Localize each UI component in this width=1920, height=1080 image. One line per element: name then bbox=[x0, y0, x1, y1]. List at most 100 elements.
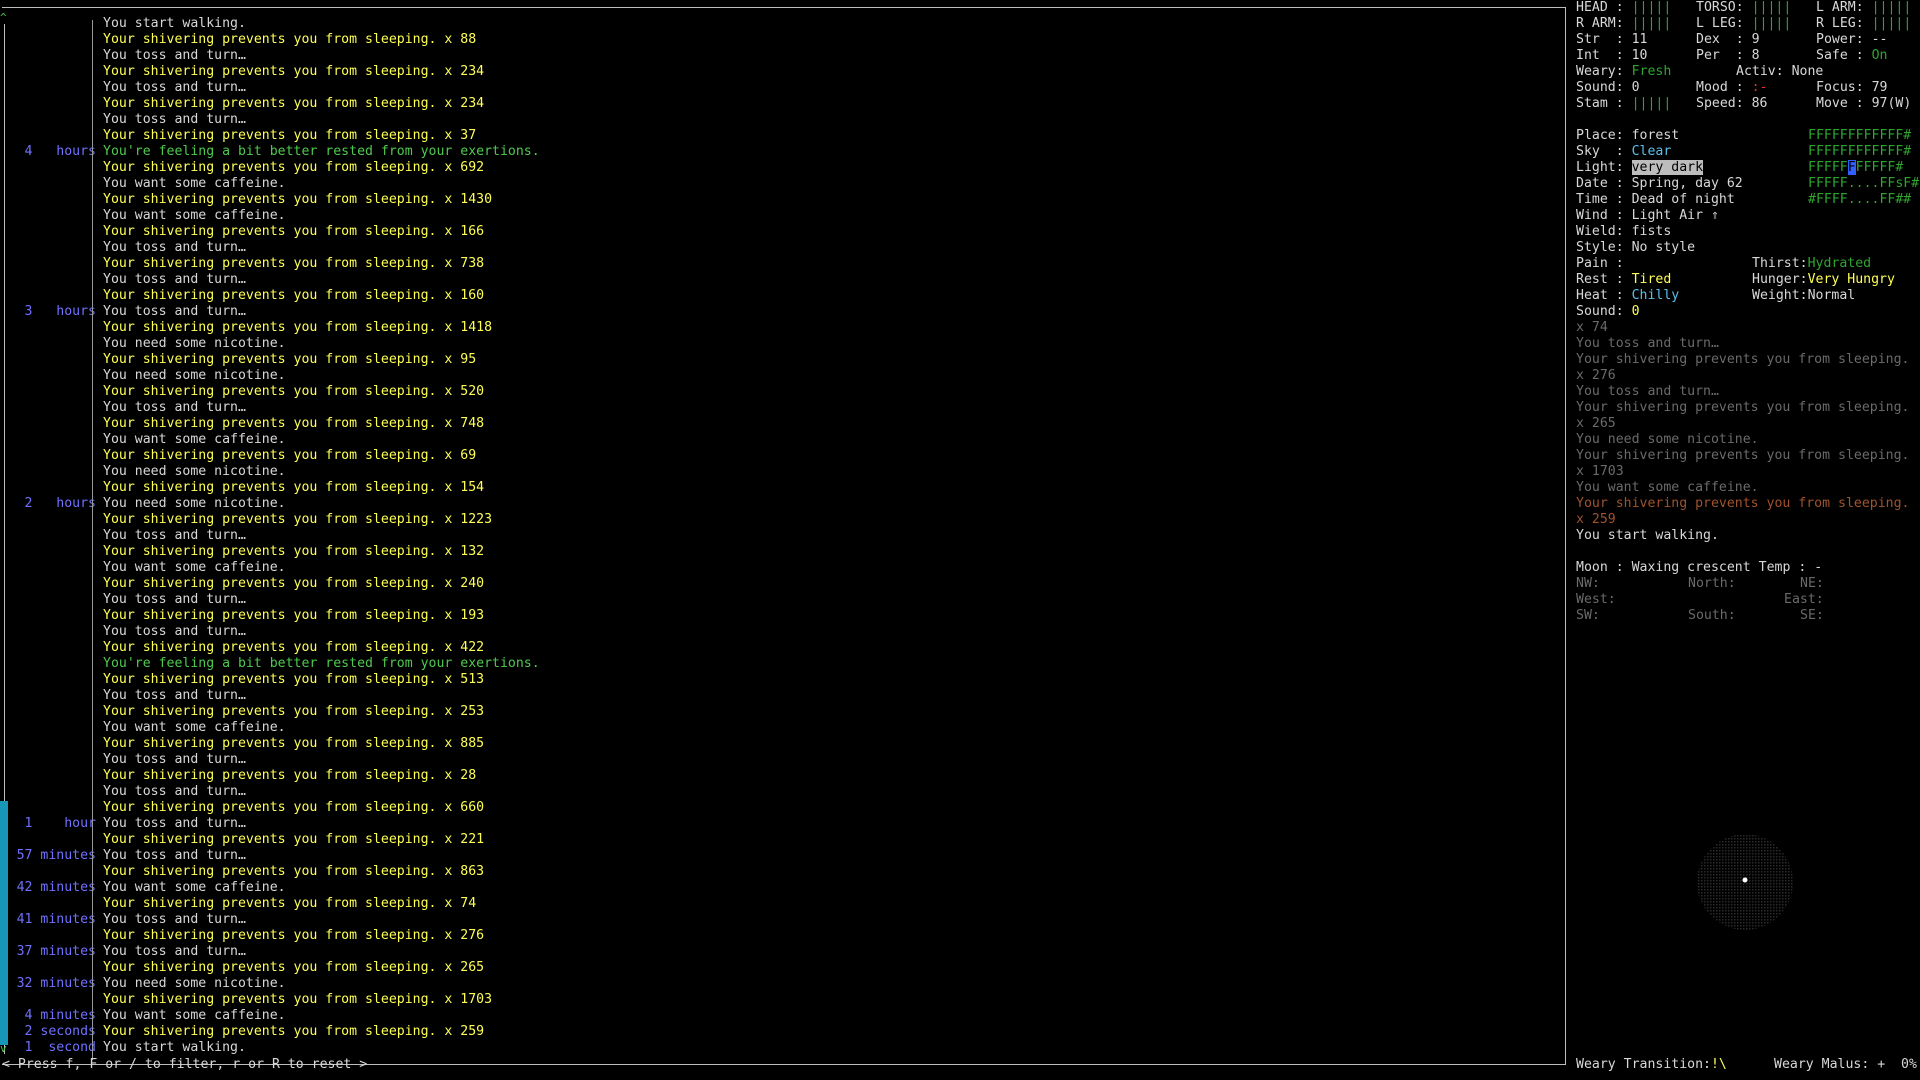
log-message-text: Your shivering prevents you from sleepin… bbox=[103, 352, 437, 367]
log-repeat-count: x 692 bbox=[444, 160, 485, 175]
log-message-text: Your shivering prevents you from sleepin… bbox=[103, 704, 437, 719]
log-repeat-count: x 166 bbox=[444, 224, 485, 239]
log-group-bracket bbox=[92, 196, 93, 212]
log-group-bracket bbox=[92, 724, 93, 740]
log-group-bracket bbox=[92, 324, 93, 340]
log-message-text: Your shivering prevents you from sleepin… bbox=[103, 64, 437, 79]
log-timestamp: 42 minutes bbox=[16, 880, 96, 895]
log-group-bracket bbox=[92, 372, 93, 388]
stat-mood: Mood : :- bbox=[1696, 80, 1767, 96]
log-message-text: You toss and turn… bbox=[103, 848, 246, 863]
log-message-text: Your shivering prevents you from sleepin… bbox=[103, 448, 437, 463]
log-timestamp: 1 hour bbox=[24, 816, 96, 831]
env-sky-value: Clear bbox=[1631, 144, 1672, 159]
log-message: You toss and turn… bbox=[103, 592, 246, 608]
stat-mood-value: :- bbox=[1751, 80, 1768, 95]
env-thirst: Thirst:Hydrated bbox=[1752, 256, 1871, 272]
log-timestamp: 2 seconds bbox=[24, 1024, 96, 1039]
log-message: You want some caffeine. bbox=[103, 560, 286, 576]
log-message: You start walking. bbox=[103, 1040, 246, 1056]
log-repeat-count: x 154 bbox=[444, 480, 485, 495]
dir-south: South: bbox=[1688, 608, 1736, 623]
log-message: Your shivering prevents you from sleepin… bbox=[103, 128, 476, 144]
log-group-bracket bbox=[92, 884, 93, 900]
stat-power-label: Power: bbox=[1816, 32, 1864, 47]
stat-stam: Stam : ||||| bbox=[1576, 96, 1671, 112]
env-light-value: very dark bbox=[1631, 160, 1704, 175]
log-group-bracket bbox=[92, 52, 93, 68]
log-message-text: Your shivering prevents you from sleepin… bbox=[103, 32, 437, 47]
log-message-text: You want some caffeine. bbox=[103, 720, 286, 735]
stat-focus-value: 79 bbox=[1871, 80, 1888, 95]
log-repeat-count: x 1430 bbox=[444, 192, 493, 207]
log-message-text: You're feeling a bit better rested from … bbox=[103, 144, 540, 159]
limb-head-label: HEAD : bbox=[1576, 0, 1624, 15]
env-style-label: Style: bbox=[1576, 240, 1624, 255]
env-wind: Wind : Light Air ⇑ bbox=[1576, 208, 1719, 224]
log-group-bracket bbox=[92, 596, 93, 612]
log-message: Your shivering prevents you from sleepin… bbox=[103, 320, 492, 336]
log-group-bracket bbox=[92, 20, 93, 36]
log-message: You toss and turn… bbox=[103, 112, 246, 128]
env-place-value: forest bbox=[1631, 128, 1680, 143]
log-message: You toss and turn… bbox=[103, 752, 246, 768]
stat-sound-value: 0 bbox=[1631, 80, 1640, 95]
log-group-bracket bbox=[92, 308, 93, 324]
log-message-text: Your shivering prevents you from sleepin… bbox=[103, 256, 437, 271]
log-message: You toss and turn… bbox=[103, 944, 246, 960]
log-repeat-count: x 422 bbox=[444, 640, 485, 655]
log-group-bracket bbox=[92, 708, 93, 724]
log-message: Your shivering prevents you from sleepin… bbox=[103, 896, 476, 912]
limb-head: HEAD : ||||| bbox=[1576, 0, 1671, 16]
log-message: You want some caffeine. bbox=[103, 176, 286, 192]
dir-se: SE: bbox=[1800, 608, 1824, 623]
log-timestamp: 4 minutes bbox=[24, 1008, 96, 1023]
filter-hint: < Press f, F or / to filter, r or R to r… bbox=[2, 1057, 368, 1072]
log-group-bracket bbox=[92, 500, 93, 516]
weary-transition-value: !\ bbox=[1710, 1057, 1727, 1072]
env-pain: Pain : bbox=[1576, 256, 1632, 272]
log-message-text: You need some nicotine. bbox=[103, 976, 286, 991]
log-message: Your shivering prevents you from sleepin… bbox=[103, 992, 492, 1008]
stat-power-value: -- bbox=[1871, 32, 1888, 47]
log-message: Your shivering prevents you from sleepin… bbox=[103, 288, 484, 304]
weary-malus-label: Weary Malus: bbox=[1774, 1057, 1870, 1072]
limb-rleg: R LEG: ||||| bbox=[1816, 16, 1911, 32]
stat-per-label: Per : bbox=[1696, 48, 1744, 63]
log-repeat-count: x 513 bbox=[444, 672, 485, 687]
log-message: Your shivering prevents you from sleepin… bbox=[103, 544, 484, 560]
log-message-text: You toss and turn… bbox=[103, 624, 246, 639]
log-repeat-count: x 748 bbox=[444, 416, 485, 431]
log-message: Your shivering prevents you from sleepin… bbox=[103, 64, 484, 80]
stat-sound: Sound: 0 bbox=[1576, 80, 1640, 96]
log-message-text: You want some caffeine. bbox=[103, 1008, 286, 1023]
log-group-bracket bbox=[92, 692, 93, 708]
recent-message: Your shivering prevents you from sleepin… bbox=[1576, 448, 1910, 463]
recent-message: You start walking. bbox=[1576, 528, 1719, 543]
dir-west: West: bbox=[1576, 592, 1616, 607]
log-message: Your shivering prevents you from sleepin… bbox=[103, 192, 492, 208]
stat-safe-label: Safe : bbox=[1816, 48, 1864, 63]
log-message-text: You want some caffeine. bbox=[103, 560, 286, 575]
log-group-bracket bbox=[92, 388, 93, 404]
log-repeat-count: x 37 bbox=[444, 128, 477, 143]
log-message: Your shivering prevents you from sleepin… bbox=[103, 800, 484, 816]
log-message: Your shivering prevents you from sleepin… bbox=[103, 928, 484, 944]
log-message: Your shivering prevents you from sleepin… bbox=[103, 736, 484, 752]
log-timestamp: 4 hours bbox=[24, 144, 96, 159]
log-message-text: You toss and turn… bbox=[103, 304, 246, 319]
log-group-bracket bbox=[92, 436, 93, 452]
log-repeat-count: x 234 bbox=[444, 64, 485, 79]
limb-lleg: L LEG: ||||| bbox=[1696, 16, 1791, 32]
recent-message: x 74 bbox=[1576, 320, 1608, 335]
log-group-bracket bbox=[92, 548, 93, 564]
log-group-bracket bbox=[92, 580, 93, 596]
log-message: You toss and turn… bbox=[103, 784, 246, 800]
stat-speed-value: 86 bbox=[1751, 96, 1768, 111]
log-message: Your shivering prevents you from sleepin… bbox=[103, 640, 484, 656]
stat-dex-label: Dex : bbox=[1696, 32, 1744, 47]
log-message-text: Your shivering prevents you from sleepin… bbox=[103, 128, 437, 143]
log-group-bracket bbox=[92, 644, 93, 660]
log-group-bracket bbox=[92, 84, 93, 100]
scroll-up-arrow-icon[interactable]: ^ bbox=[0, 12, 7, 23]
